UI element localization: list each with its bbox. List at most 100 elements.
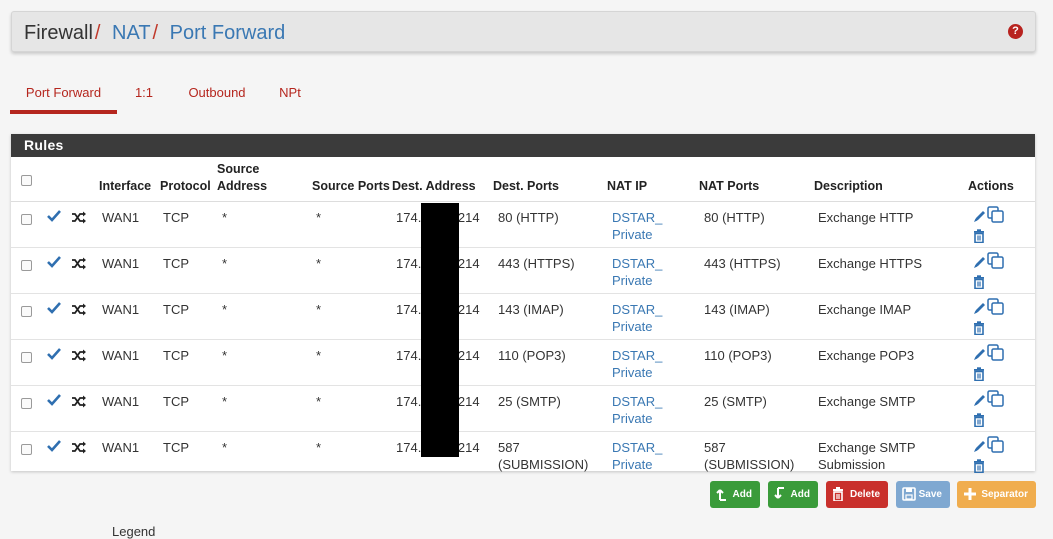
- nat-ip-link[interactable]: Private: [612, 365, 652, 380]
- nat-ip-link[interactable]: DSTAR_: [612, 348, 662, 363]
- col-source-address[interactable]: Source Address: [217, 157, 312, 202]
- row-checkbox[interactable]: [21, 351, 32, 363]
- trash-icon[interactable]: [973, 458, 1035, 477]
- tab-outbound[interactable]: Outbound: [184, 84, 250, 114]
- arrow-turn-down-icon: [774, 487, 784, 499]
- shuffle-icon[interactable]: [71, 441, 87, 458]
- delete-button[interactable]: Delete: [826, 481, 888, 508]
- row-checkbox[interactable]: [21, 305, 32, 317]
- shuffle-icon[interactable]: [71, 303, 87, 320]
- question-circle-icon[interactable]: ?: [1008, 24, 1023, 39]
- cell-nat-ports: 110 (POP3): [699, 338, 814, 385]
- check-icon[interactable]: [47, 209, 61, 226]
- trash-icon[interactable]: [973, 366, 1035, 385]
- cell-source-address: *: [217, 430, 312, 477]
- copy-icon[interactable]: [987, 343, 1004, 365]
- check-icon[interactable]: [47, 347, 61, 364]
- nat-ip-link[interactable]: Private: [612, 457, 652, 472]
- trash-icon[interactable]: [973, 274, 1035, 293]
- cell-source-address: *: [217, 200, 312, 247]
- table-row[interactable]: WAN1 TCP * * 174. .214 587 (SUBMISSION) DSTAR_ P…: [11, 430, 1035, 477]
- select-all-checkbox[interactable]: [21, 174, 32, 186]
- add-bottom-button[interactable]: Add: [768, 481, 818, 508]
- breadcrumb-port-forward[interactable]: Port Forward: [170, 22, 286, 44]
- nat-ip-link[interactable]: DSTAR_: [612, 302, 662, 317]
- save-button[interactable]: Save: [896, 481, 950, 508]
- check-icon[interactable]: [47, 439, 61, 456]
- pencil-icon[interactable]: [973, 209, 987, 227]
- breadcrumb-nat[interactable]: NAT: [112, 22, 151, 44]
- check-icon[interactable]: [47, 255, 61, 272]
- nat-ip-link[interactable]: Private: [612, 273, 652, 288]
- col-interface[interactable]: Interface: [99, 157, 160, 202]
- cell-nat-ports: 143 (IMAP): [699, 292, 814, 339]
- tab-1-1[interactable]: 1:1: [128, 84, 160, 114]
- trash-icon[interactable]: [973, 228, 1035, 247]
- nat-ip-link[interactable]: DSTAR_: [612, 440, 662, 455]
- table-row[interactable]: WAN1 TCP * * 174. .214 143 (IMAP) DSTAR_ Private…: [11, 292, 1035, 339]
- shuffle-icon[interactable]: [71, 257, 87, 274]
- col-protocol[interactable]: Protocol: [160, 157, 217, 202]
- nat-ip-link[interactable]: Private: [612, 411, 652, 426]
- copy-icon[interactable]: [987, 435, 1004, 457]
- row-checkbox[interactable]: [21, 443, 32, 455]
- cell-dest-ports: 25 (SMTP): [493, 384, 607, 431]
- cell-source-ports: *: [312, 200, 392, 247]
- col-nat-ports[interactable]: NAT Ports: [699, 157, 814, 202]
- col-dest-address[interactable]: Dest. Address: [392, 157, 493, 202]
- pencil-icon[interactable]: [973, 255, 987, 273]
- col-dest-ports[interactable]: Dest. Ports: [493, 157, 607, 202]
- cell-description: Exchange HTTPS: [814, 246, 968, 293]
- cell-nat-ip: DSTAR_ Private: [607, 430, 699, 477]
- save-label: Save: [918, 489, 942, 500]
- copy-icon[interactable]: [987, 297, 1004, 319]
- cell-source-ports: *: [312, 292, 392, 339]
- pencil-icon[interactable]: [973, 301, 987, 319]
- cell-actions: [968, 430, 1035, 477]
- dest-address-prefix: 174.: [396, 255, 422, 271]
- trash-icon[interactable]: [973, 320, 1035, 339]
- dest-address-prefix: 174.: [396, 209, 422, 225]
- pencil-icon[interactable]: [973, 439, 987, 457]
- nat-ip-link[interactable]: DSTAR_: [612, 256, 662, 271]
- add-top-button[interactable]: Add: [710, 481, 760, 508]
- col-description[interactable]: Description: [814, 157, 968, 202]
- copy-icon[interactable]: [987, 251, 1004, 273]
- tab-npt[interactable]: NPt: [275, 84, 305, 114]
- cell-source-address: *: [217, 384, 312, 431]
- nat-ip-link[interactable]: Private: [612, 319, 652, 334]
- pencil-icon[interactable]: [973, 347, 987, 365]
- shuffle-icon[interactable]: [71, 395, 87, 412]
- shuffle-icon[interactable]: [71, 211, 87, 228]
- table-row[interactable]: WAN1 TCP * * 174. .214 80 (HTTP) DSTAR_ Private 8…: [11, 200, 1035, 247]
- trash-icon[interactable]: [973, 412, 1035, 431]
- col-nat-ip[interactable]: NAT IP: [607, 157, 699, 202]
- table-row[interactable]: WAN1 TCP * * 174. .214 443 (HTTPS) DSTAR_ Privat…: [11, 246, 1035, 293]
- table-row[interactable]: WAN1 TCP * * 174. .214 110 (POP3) DSTAR_ Private…: [11, 338, 1035, 385]
- cell-interface: WAN1: [99, 292, 160, 339]
- check-icon[interactable]: [47, 393, 61, 410]
- separator-button[interactable]: Separator: [957, 481, 1036, 508]
- row-checkbox[interactable]: [21, 213, 32, 225]
- table-row[interactable]: WAN1 TCP * * 174. .214 25 (SMTP) DSTAR_ Private 2…: [11, 384, 1035, 431]
- nat-ip-link[interactable]: DSTAR_: [612, 210, 662, 225]
- cell-protocol: TCP: [160, 430, 217, 477]
- cell-interface: WAN1: [99, 246, 160, 293]
- cell-nat-ip: DSTAR_ Private: [607, 384, 699, 431]
- copy-icon[interactable]: [987, 205, 1004, 227]
- breadcrumb-separator: /: [94, 22, 101, 44]
- cell-dest-ports: 587 (SUBMISSION): [493, 430, 607, 477]
- nat-ip-link[interactable]: DSTAR_: [612, 394, 662, 409]
- pencil-icon[interactable]: [973, 393, 987, 411]
- nat-ip-link[interactable]: Private: [612, 227, 652, 242]
- col-source-ports[interactable]: Source Ports: [312, 157, 392, 202]
- copy-icon[interactable]: [987, 389, 1004, 411]
- cell-description: Exchange POP3: [814, 338, 968, 385]
- plus-icon: [964, 488, 976, 500]
- row-checkbox[interactable]: [21, 397, 32, 409]
- shuffle-icon[interactable]: [71, 349, 87, 366]
- check-icon[interactable]: [47, 301, 61, 318]
- cell-dest-ports: 443 (HTTPS): [493, 246, 607, 293]
- row-checkbox[interactable]: [21, 259, 32, 271]
- tab-port-forward[interactable]: Port Forward: [10, 84, 117, 114]
